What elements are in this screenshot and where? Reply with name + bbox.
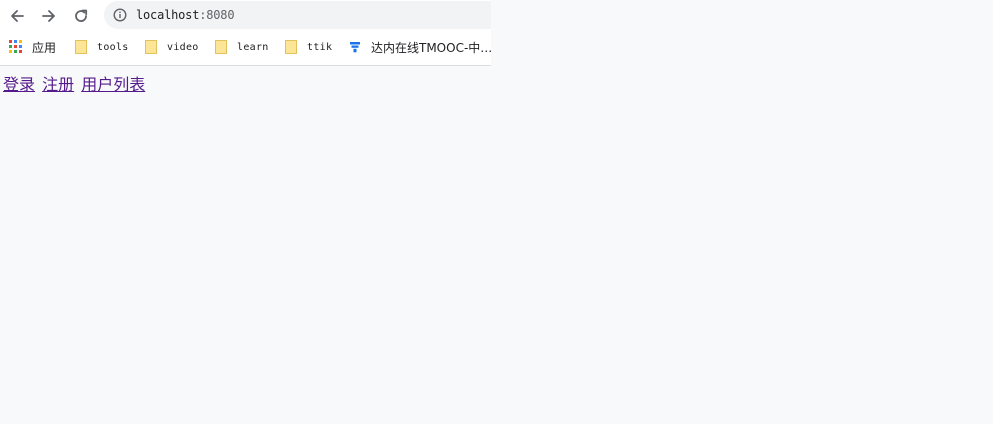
forward-button[interactable] xyxy=(37,4,61,28)
apps-grid-icon xyxy=(9,40,23,54)
bookmark-label: 应用 xyxy=(32,40,57,55)
browser-toolbar: localhost:8080 xyxy=(0,0,491,31)
bookmark-folder-video[interactable]: video xyxy=(144,36,199,58)
bookmark-label: learn xyxy=(237,41,269,53)
bookmarks-bar: 应用 tools video learn ttik 达内在线TMOOC-中… xyxy=(0,36,492,58)
url-host: localhost xyxy=(136,8,200,22)
reload-button[interactable] xyxy=(69,4,93,28)
folder-icon xyxy=(74,40,88,54)
bookmark-label: tools xyxy=(97,41,129,53)
bookmark-folder-tools[interactable]: tools xyxy=(74,36,129,58)
site-info-icon[interactable] xyxy=(112,7,128,23)
register-link[interactable]: 注册 xyxy=(42,75,74,94)
bookmark-folder-ttik[interactable]: ttik xyxy=(284,36,332,58)
login-link[interactable]: 登录 xyxy=(3,75,35,94)
folder-icon xyxy=(214,40,228,54)
reload-icon xyxy=(75,9,88,22)
url-text[interactable]: localhost:8080 xyxy=(136,8,235,22)
back-arrow-icon xyxy=(11,10,24,22)
folder-icon xyxy=(284,40,298,54)
folder-icon xyxy=(144,40,158,54)
bookmark-apps[interactable]: 应用 xyxy=(9,36,56,58)
back-button[interactable] xyxy=(5,4,29,28)
tmooc-logo-icon xyxy=(348,40,362,54)
bookmark-label: 达内在线TMOOC-中… xyxy=(371,40,493,55)
address-bar[interactable]: localhost:8080 xyxy=(104,1,491,29)
browser-chrome: localhost:8080 应用 tools video learn ttik… xyxy=(0,0,492,66)
page-nav-links: 登录 注册 用户列表 xyxy=(3,75,147,95)
bookmark-folder-learn[interactable]: learn xyxy=(214,36,269,58)
forward-arrow-icon xyxy=(42,10,55,22)
bookmark-label: ttik xyxy=(307,41,333,53)
url-port: :8080 xyxy=(199,8,235,22)
bookmark-label: video xyxy=(167,41,199,53)
bookmark-tmooc[interactable]: 达内在线TMOOC-中… xyxy=(348,36,492,58)
user-list-link[interactable]: 用户列表 xyxy=(81,75,145,94)
